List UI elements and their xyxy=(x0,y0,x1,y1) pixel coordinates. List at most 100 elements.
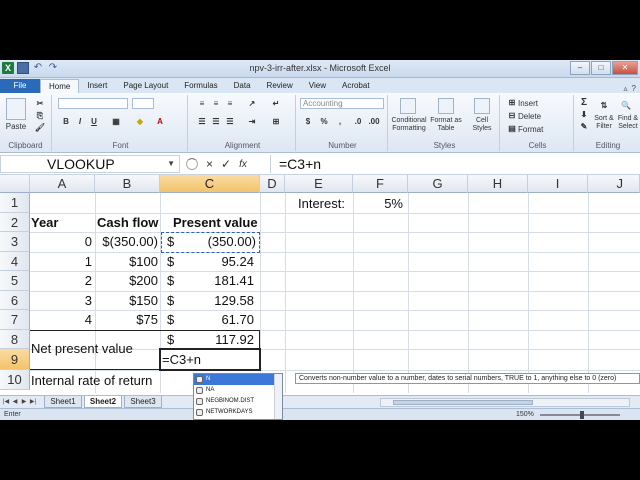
tab-data[interactable]: Data xyxy=(226,79,259,93)
zoom-level[interactable]: 150% xyxy=(516,409,534,420)
sort-filter-icon[interactable]: ⇅ xyxy=(598,101,610,111)
bold-button[interactable]: B xyxy=(60,117,72,127)
align-center-icon[interactable]: ☰ xyxy=(210,117,222,127)
column-header-b[interactable]: B xyxy=(95,175,160,193)
insert-cells-icon[interactable]: ⊞ xyxy=(506,98,518,108)
currency-button[interactable]: $ xyxy=(302,117,314,127)
orientation-icon[interactable]: ↗ xyxy=(246,99,258,109)
next-sheet-icon[interactable]: ▶ xyxy=(20,398,28,406)
cell-a8[interactable]: Net present value xyxy=(31,339,133,358)
cell-a7[interactable]: 4 xyxy=(30,310,92,329)
row-header-5[interactable]: 5 xyxy=(0,271,30,291)
format-button[interactable]: Format xyxy=(518,125,543,134)
cell-a6[interactable]: 3 xyxy=(30,291,92,310)
merge-center-icon[interactable]: ⊞ xyxy=(270,117,282,127)
format-as-table-icon[interactable] xyxy=(438,98,454,114)
enter-button[interactable]: ✓ xyxy=(221,157,231,171)
sort-filter-button[interactable]: Sort & Filter xyxy=(592,115,616,131)
format-cells-icon[interactable]: ▤ xyxy=(506,124,518,134)
cell-e1[interactable]: Interest: xyxy=(298,194,345,213)
tab-file[interactable]: File xyxy=(0,79,40,93)
percent-button[interactable]: % xyxy=(318,117,330,127)
cell-a10[interactable]: Internal rate of return xyxy=(31,371,152,390)
clear-icon[interactable]: ✎ xyxy=(578,122,590,132)
column-header-d[interactable]: D xyxy=(260,175,285,193)
align-top-icon[interactable]: ≡ xyxy=(196,99,208,109)
prev-sheet-icon[interactable]: ◀ xyxy=(11,398,19,406)
borders-icon[interactable]: ▦ xyxy=(110,117,122,127)
column-header-h[interactable]: H xyxy=(468,175,528,193)
find-select-button[interactable]: Find & Select xyxy=(616,115,640,131)
cell-b7[interactable]: $75 xyxy=(95,310,158,329)
cancel-button[interactable]: × xyxy=(206,157,213,171)
insert-function-button[interactable]: fx xyxy=(239,159,247,170)
column-header-e[interactable]: E xyxy=(285,175,353,193)
font-size-combo[interactable] xyxy=(132,98,154,109)
cell-c6[interactable]: 129.58 xyxy=(160,291,254,310)
column-header-f[interactable]: F xyxy=(353,175,408,193)
row-header-7[interactable]: 7 xyxy=(0,310,30,330)
autocomplete-item[interactable]: NETWORKDAYS xyxy=(194,407,282,418)
expand-icon[interactable]: ⁀ xyxy=(186,158,198,170)
column-header-g[interactable]: G xyxy=(408,175,468,193)
cut-icon[interactable]: ✂ xyxy=(34,99,46,109)
tab-formulas[interactable]: Formulas xyxy=(176,79,225,93)
font-name-combo[interactable] xyxy=(58,98,128,109)
underline-button[interactable]: U xyxy=(88,117,100,127)
column-header-j[interactable]: J xyxy=(588,175,640,193)
format-as-table-button[interactable]: Format as Table xyxy=(428,117,464,133)
autocomplete-item[interactable]: NA xyxy=(194,385,282,396)
last-sheet-icon[interactable]: ▶| xyxy=(29,398,37,406)
column-header-i[interactable]: I xyxy=(528,175,588,193)
number-format-combo[interactable]: Accounting xyxy=(300,98,384,109)
autosum-icon[interactable]: Σ xyxy=(578,98,590,108)
paste-button[interactable]: Paste xyxy=(2,122,30,131)
cell-f1[interactable]: 5% xyxy=(353,194,403,213)
cell-c4[interactable]: 95.24 xyxy=(160,252,254,271)
row-header-3[interactable]: 3 xyxy=(0,232,30,252)
scrollbar-thumb[interactable] xyxy=(393,400,533,405)
find-select-icon[interactable]: 🔍 xyxy=(620,101,632,111)
sheet-tab-sheet1[interactable]: Sheet1 xyxy=(44,396,82,408)
align-bottom-icon[interactable]: ≡ xyxy=(224,99,236,109)
row-header-1[interactable]: 1 xyxy=(0,193,30,213)
indent-icon[interactable]: ⇥ xyxy=(246,117,258,127)
comma-button[interactable]: , xyxy=(334,117,346,127)
name-box[interactable]: VLOOKUP ▼ xyxy=(0,155,180,173)
align-right-icon[interactable]: ☰ xyxy=(224,117,236,127)
italic-button[interactable]: I xyxy=(74,117,86,127)
cell-c7[interactable]: 61.70 xyxy=(160,310,254,329)
autocomplete-scrollbar[interactable] xyxy=(274,374,282,419)
zoom-slider[interactable] xyxy=(540,411,620,419)
cell-b5[interactable]: $200 xyxy=(95,271,158,290)
tab-review[interactable]: Review xyxy=(259,79,301,93)
column-header-a[interactable]: A xyxy=(30,175,95,193)
column-header-c[interactable]: C xyxy=(160,175,260,193)
help-icon[interactable]: ? xyxy=(632,84,636,93)
formula-input[interactable]: =C3+n xyxy=(270,155,635,173)
close-button[interactable]: ✕ xyxy=(612,61,638,75)
sheet-tab-sheet2[interactable]: Sheet2 xyxy=(84,396,122,408)
row-header-8[interactable]: 8 xyxy=(0,330,30,349)
cell-b3[interactable]: $(350.00) xyxy=(95,232,158,251)
wrap-text-icon[interactable]: ↵ xyxy=(270,99,282,109)
insert-button[interactable]: Insert xyxy=(518,99,538,108)
font-color-icon[interactable]: A xyxy=(154,117,166,127)
row-header-4[interactable]: 4 xyxy=(0,252,30,271)
cell-a4[interactable]: 1 xyxy=(30,252,92,271)
row-header-9[interactable]: 9 xyxy=(0,349,30,370)
cell-a3[interactable]: 0 xyxy=(30,232,92,251)
first-sheet-icon[interactable]: |◀ xyxy=(2,398,10,406)
align-middle-icon[interactable]: ≡ xyxy=(210,99,222,109)
fill-color-icon[interactable]: ◆ xyxy=(134,117,146,127)
chevron-down-icon[interactable]: ▼ xyxy=(167,156,175,172)
function-autocomplete-list[interactable]: N NA NEGBINOM.DIST NETWORKDAYS xyxy=(193,373,283,420)
align-left-icon[interactable]: ☰ xyxy=(196,117,208,127)
cell-c8[interactable]: 117.92 xyxy=(160,330,254,349)
cell-styles-button[interactable]: Cell Styles xyxy=(466,117,498,133)
cell-c5[interactable]: 181.41 xyxy=(160,271,254,290)
fill-icon[interactable]: ⬇ xyxy=(578,110,590,120)
zoom-slider-knob[interactable] xyxy=(580,411,584,419)
tab-view[interactable]: View xyxy=(301,79,334,93)
row-header-10[interactable]: 10 xyxy=(0,370,30,390)
